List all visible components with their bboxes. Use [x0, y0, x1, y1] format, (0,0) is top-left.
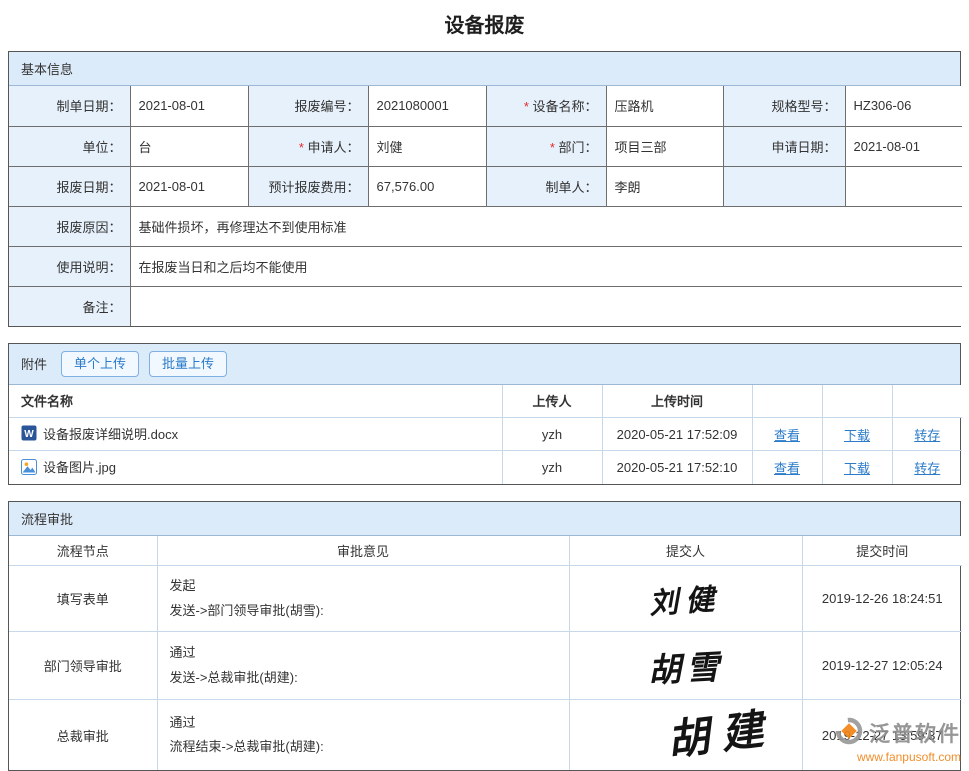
maker-value: 李朗	[606, 166, 723, 206]
action-header-empty	[892, 385, 962, 418]
fanpu-logo-icon	[834, 716, 864, 749]
action-header-empty	[752, 385, 822, 418]
equipment-name-label: * 设备名称：	[486, 86, 606, 126]
flow-node: 填写表单	[9, 566, 157, 632]
upload-time-cell: 2020-05-21 17:52:10	[602, 451, 752, 484]
submit-time: 2019-12-27 12:05:24	[802, 632, 962, 700]
uploader-header: 上传人	[502, 385, 602, 418]
approval-section-title: 流程审批	[9, 502, 960, 536]
equipment-name-value: 压路机	[606, 86, 723, 126]
transfer-link[interactable]: 转存	[914, 461, 940, 476]
page-title: 设备报废	[0, 0, 969, 51]
signature: 胡雪	[646, 640, 724, 692]
uploader-cell: yzh	[502, 451, 602, 484]
unit-label: 单位：	[9, 126, 130, 166]
table-row: 制单日期： 2021-08-01 报废编号： 2021080001 * 设备名称…	[9, 86, 962, 126]
applicant-label: * 申请人：	[248, 126, 368, 166]
file-name-header: 文件名称	[9, 385, 502, 418]
empty-value	[845, 166, 962, 206]
attachment-row: W 设备报废详细说明.docx yzh 2020-05-21 17:52:09 …	[9, 418, 962, 451]
table-row: 单位： 台 * 申请人： 刘健 * 部门： 项目三部 申请日期： 2021-08…	[9, 126, 962, 166]
approval-row: 总裁审批 通过 流程结束->总裁审批(胡建): 胡建 2019-12-27 13…	[9, 700, 962, 770]
upload-time-header: 上传时间	[602, 385, 752, 418]
attachments-table: 文件名称 上传人 上传时间 W 设备报废详细说明.docx	[9, 385, 962, 484]
flow-node-header: 流程节点	[9, 536, 157, 566]
opinion-cell: 通过 发送->总裁审批(胡建):	[157, 632, 569, 700]
file-name: 设备图片.jpg	[21, 457, 116, 476]
scrap-reason-value: 基础件损坏，再修理达不到使用标准	[130, 206, 962, 246]
view-link[interactable]: 查看	[774, 428, 800, 443]
table-header-row: 流程节点 审批意见 提交人 提交时间	[9, 536, 962, 566]
spec-model-label: 规格型号：	[723, 86, 845, 126]
flow-node: 总裁审批	[9, 700, 157, 770]
department-value: 项目三部	[606, 126, 723, 166]
scrap-reason-label: 报废原因：	[9, 206, 130, 246]
apply-date-value: 2021-08-01	[845, 126, 962, 166]
make-date-label: 制单日期：	[9, 86, 130, 126]
approval-row: 填写表单 发起 发送->部门领导审批(胡雪): 刘健 2019-12-26 18…	[9, 566, 962, 632]
signature: 刘健	[648, 575, 723, 622]
action-header-empty	[822, 385, 892, 418]
table-row: 报废原因： 基础件损坏，再修理达不到使用标准	[9, 206, 962, 246]
image-file-icon	[21, 459, 37, 475]
submit-time: 2019-12-26 18:24:51	[802, 566, 962, 632]
watermark-url: www.fanpusoft.com	[834, 750, 961, 764]
spec-model-value: HZ306-06	[845, 86, 962, 126]
remark-label: 备注：	[9, 286, 130, 326]
scrap-no-value: 2021080001	[368, 86, 486, 126]
apply-date-label: 申请日期：	[723, 126, 845, 166]
approval-row: 部门领导审批 通过 发送->总裁审批(胡建): 胡雪 2019-12-27 12…	[9, 632, 962, 700]
table-row: 报废日期： 2021-08-01 预计报废费用： 67,576.00 制单人： …	[9, 166, 962, 206]
download-link[interactable]: 下载	[844, 461, 870, 476]
file-name: W 设备报废详细说明.docx	[21, 424, 178, 443]
scrap-date-value: 2021-08-01	[130, 166, 248, 206]
fanpu-watermark: 泛普软件 www.fanpusoft.com	[834, 716, 961, 764]
attachments-section-header: 附件 单个上传 批量上传	[9, 344, 960, 385]
empty-label	[723, 166, 845, 206]
unit-value: 台	[130, 126, 248, 166]
attachment-row: 设备图片.jpg yzh 2020-05-21 17:52:10 查看 下载 转…	[9, 451, 962, 484]
download-link[interactable]: 下载	[844, 428, 870, 443]
scrap-no-label: 报废编号：	[248, 86, 368, 126]
table-row: 备注：	[9, 286, 962, 326]
opinion-header: 审批意见	[157, 536, 569, 566]
submit-time-header: 提交时间	[802, 536, 962, 566]
approval-section: 流程审批 流程节点 审批意见 提交人 提交时间 填写表单 发起 发送->部门领	[8, 501, 961, 771]
opinion-cell: 通过 流程结束->总裁审批(胡建):	[157, 700, 569, 770]
table-row: 使用说明： 在报废当日和之后均不能使用	[9, 246, 962, 286]
table-header-row: 文件名称 上传人 上传时间	[9, 385, 962, 418]
transfer-link[interactable]: 转存	[914, 428, 940, 443]
estimated-cost-label: 预计报废费用：	[248, 166, 368, 206]
opinion-cell: 发起 发送->部门领导审批(胡雪):	[157, 566, 569, 632]
scrap-date-label: 报废日期：	[9, 166, 130, 206]
approval-table: 流程节点 审批意见 提交人 提交时间 填写表单 发起 发送->部门领导审批(胡雪…	[9, 536, 962, 770]
attachments-section: 附件 单个上传 批量上传 文件名称 上传人 上传时间	[8, 343, 961, 485]
applicant-value: 刘健	[368, 126, 486, 166]
flow-node: 部门领导审批	[9, 632, 157, 700]
estimated-cost-value: 67,576.00	[368, 166, 486, 206]
maker-label: 制单人：	[486, 166, 606, 206]
submitter-header: 提交人	[569, 536, 802, 566]
page: 设备报废 基本信息 制单日期： 2021-08-01 报废编号： 2021080…	[0, 0, 969, 771]
batch-upload-button[interactable]: 批量上传	[149, 351, 227, 377]
watermark-brand: 泛普软件	[869, 718, 961, 748]
usage-note-value: 在报废当日和之后均不能使用	[130, 246, 962, 286]
basic-info-section-title: 基本信息	[9, 52, 960, 86]
attachments-section-title: 附件	[21, 354, 47, 373]
upload-time-cell: 2020-05-21 17:52:09	[602, 418, 752, 451]
department-label: * 部门：	[486, 126, 606, 166]
basic-info-table: 制单日期： 2021-08-01 报废编号： 2021080001 * 设备名称…	[9, 86, 962, 326]
remark-value	[130, 286, 962, 326]
view-link[interactable]: 查看	[774, 461, 800, 476]
single-upload-button[interactable]: 单个上传	[61, 351, 139, 377]
signature: 胡建	[664, 694, 779, 768]
usage-note-label: 使用说明：	[9, 246, 130, 286]
svg-text:W: W	[24, 429, 34, 440]
word-file-icon: W	[21, 425, 37, 441]
make-date-value: 2021-08-01	[130, 86, 248, 126]
uploader-cell: yzh	[502, 418, 602, 451]
basic-info-section: 基本信息 制单日期： 2021-08-01 报废编号： 2021080001 *…	[8, 51, 961, 327]
